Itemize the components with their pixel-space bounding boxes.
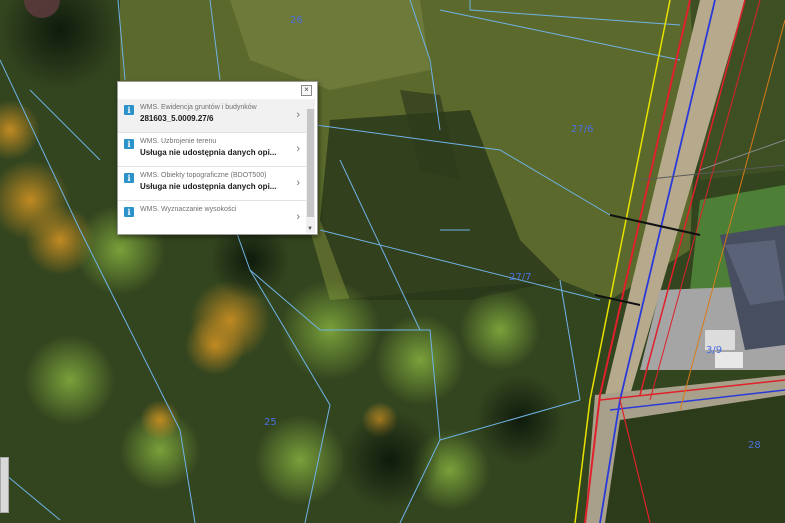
parcel-label: 3/9 [706,345,723,356]
scroll-thumb[interactable] [307,109,314,217]
list-item[interactable]: i WMS. Uzbrojenie terenu Usługa nie udos… [118,133,306,167]
info-icon: i [124,207,134,217]
layer-name: WMS. Obiekty topograficzne (BDOT500) [140,172,267,179]
side-panel-handle[interactable] [0,457,9,513]
chevron-right-icon[interactable]: › [296,177,300,189]
feature-info-popup: × i WMS. Ewidencja gruntów i budynków 28… [117,81,318,235]
feature-info-list: i WMS. Ewidencja gruntów i budynków 2816… [118,99,306,233]
popup-scrollbar[interactable]: ▼ [306,99,315,233]
layer-name: WMS. Ewidencja gruntów i budynków [140,104,257,111]
list-item[interactable]: i WMS. Wyznaczanie wysokości › [118,201,306,233]
chevron-right-icon[interactable]: › [296,109,300,121]
parcel-label: 26 [290,15,303,26]
info-icon: i [124,105,134,115]
popup-header: × [118,82,317,99]
list-item[interactable]: i WMS. Ewidencja gruntów i budynków 2816… [118,99,306,133]
chevron-right-icon[interactable]: › [296,211,300,223]
parcel-label: 28 [748,440,761,451]
map-canvas[interactable] [0,0,785,523]
parcel-label: 27/7 [509,272,532,283]
layer-name: WMS. Wyznaczanie wysokości [140,206,237,213]
layer-name: WMS. Uzbrojenie terenu [140,138,217,145]
scroll-down-icon[interactable]: ▼ [307,226,313,232]
info-icon: i [124,173,134,183]
parcel-label: 25 [264,417,277,428]
close-icon[interactable]: × [301,85,312,96]
parcel-label: 27/6 [571,124,594,135]
feature-value: Usługa nie udostępnia danych opi... [140,182,277,191]
info-icon: i [124,139,134,149]
list-item[interactable]: i WMS. Obiekty topograficzne (BDOT500) U… [118,167,306,201]
feature-value: 281603_5.0009.27/6 [140,114,214,123]
feature-value: Usługa nie udostępnia danych opi... [140,148,277,157]
chevron-right-icon[interactable]: › [296,143,300,155]
